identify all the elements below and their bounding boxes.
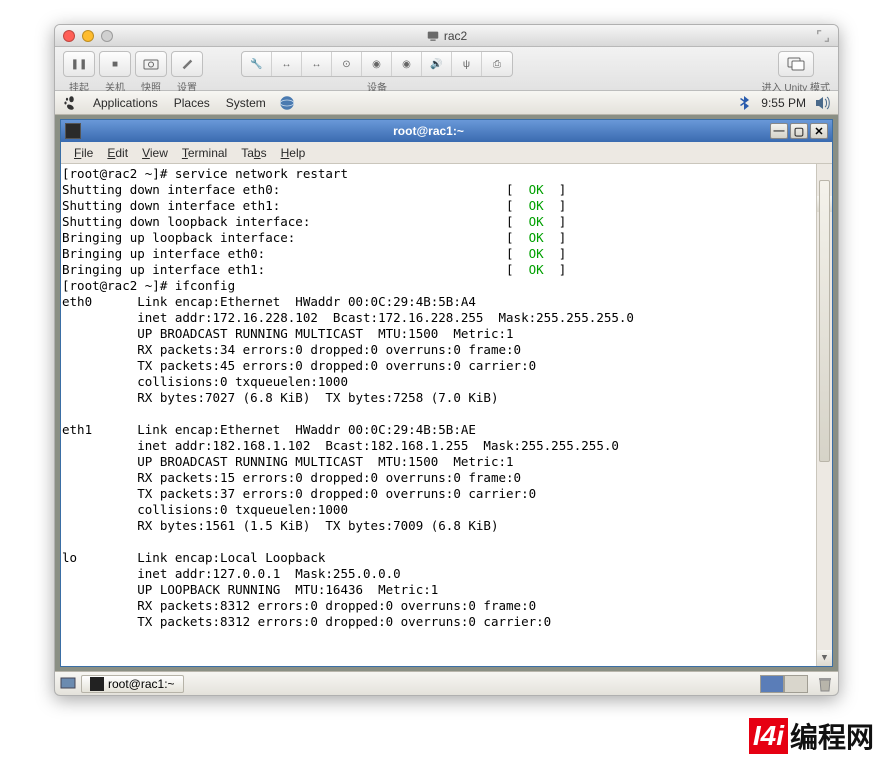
devices-section: 🔧 ↔ ↔ ⊙ ◉ ◉ 🔊 ψ ⎙ 设备 xyxy=(241,51,513,94)
taskbar-item-terminal[interactable]: root@rac1:~ xyxy=(81,675,184,693)
view-menu[interactable]: View xyxy=(135,146,175,160)
volume-icon[interactable] xyxy=(814,94,832,112)
device-wrench-button[interactable]: 🔧 xyxy=(242,52,272,76)
task-label: root@rac1:~ xyxy=(108,677,175,691)
terminal-menu[interactable]: Terminal xyxy=(175,146,234,160)
host-titlebar[interactable]: rac2 xyxy=(55,25,838,47)
device-cd2-button[interactable]: ◉ xyxy=(392,52,422,76)
snapshot-button[interactable] xyxy=(136,52,166,76)
clock[interactable]: 9:55 PM xyxy=(761,96,806,110)
settings-button[interactable] xyxy=(172,52,202,76)
unity-button[interactable] xyxy=(779,52,813,76)
watermark-logo: I4i xyxy=(749,718,788,754)
file-menu[interactable]: File xyxy=(67,146,100,160)
gnome-top-panel[interactable]: Applications Places System 9:55 PM xyxy=(55,91,838,115)
scroll-track[interactable] xyxy=(817,180,832,650)
terminal-menubar[interactable]: File Edit View Terminal Tabs Help xyxy=(61,142,832,164)
device-printer-button[interactable]: ⎙ xyxy=(482,52,512,76)
gnome-foot-icon[interactable] xyxy=(61,94,79,112)
workspace-1[interactable] xyxy=(760,675,784,693)
device-usb-button[interactable]: ψ xyxy=(452,52,482,76)
gnome-bottom-panel[interactable]: root@rac1:~ xyxy=(55,671,838,695)
terminal-titlebar[interactable]: root@rac1:~ — ▢ ✕ xyxy=(61,120,832,142)
applications-menu[interactable]: Applications xyxy=(85,96,166,110)
places-menu[interactable]: Places xyxy=(166,96,218,110)
browser-launcher-icon[interactable] xyxy=(278,94,296,112)
device-hdd-button[interactable]: ⊙ xyxy=(332,52,362,76)
system-menu[interactable]: System xyxy=(218,96,274,110)
snapshot-section: 快照 xyxy=(135,51,167,94)
host-window: rac2 ❚❚ 挂起 ■ 关机 快照 设置 🔧 ↔ ↔ ⊙ ◉ xyxy=(54,24,839,696)
edit-menu[interactable]: Edit xyxy=(100,146,135,160)
device-net2-button[interactable]: ↔ xyxy=(302,52,332,76)
host-title: rac2 xyxy=(55,29,838,43)
device-net1-button[interactable]: ↔ xyxy=(272,52,302,76)
window-close-button[interactable]: ✕ xyxy=(810,123,828,139)
terminal-output: [root@rac2 ~]# service network restart S… xyxy=(62,166,831,630)
trash-icon[interactable] xyxy=(816,675,834,693)
watermark-text: 编程网 xyxy=(790,716,874,756)
terminal-title-text: root@rac1:~ xyxy=(87,124,770,138)
workspace-2[interactable] xyxy=(784,675,808,693)
workspace-pager[interactable] xyxy=(760,675,808,693)
shutdown-section: ■ 关机 xyxy=(99,51,131,94)
show-desktop-icon[interactable] xyxy=(59,675,77,693)
terminal-body[interactable]: [root@rac2 ~]# service network restart S… xyxy=(61,164,832,666)
scroll-down-button[interactable]: ▼ xyxy=(817,650,832,666)
terminal-scrollbar[interactable]: ▲ ▼ xyxy=(816,164,832,666)
suspend-section: ❚❚ 挂起 xyxy=(63,51,95,94)
suspend-button[interactable]: ❚❚ xyxy=(64,52,94,76)
window-maximize-button[interactable]: ▢ xyxy=(790,123,808,139)
task-terminal-icon xyxy=(90,677,104,691)
watermark: I4i 编程网 xyxy=(749,716,874,756)
bluetooth-icon[interactable] xyxy=(737,95,753,111)
guest-desktop: Applications Places System 9:55 PM root@… xyxy=(55,91,838,695)
unity-section: 进入 Unity 模式 xyxy=(762,51,830,94)
device-cd1-button[interactable]: ◉ xyxy=(362,52,392,76)
scroll-thumb[interactable] xyxy=(819,180,830,462)
settings-section: 设置 xyxy=(171,51,203,94)
help-menu[interactable]: Help xyxy=(274,146,313,160)
terminal-window: root@rac1:~ — ▢ ✕ File Edit View Termina… xyxy=(60,119,833,667)
host-toolbar: ❚❚ 挂起 ■ 关机 快照 设置 🔧 ↔ ↔ ⊙ ◉ ◉ 🔊 ψ xyxy=(55,47,838,91)
window-minimize-button[interactable]: — xyxy=(770,123,788,139)
tabs-menu[interactable]: Tabs xyxy=(234,146,273,160)
device-sound-button[interactable]: 🔊 xyxy=(422,52,452,76)
terminal-icon xyxy=(65,123,81,139)
vm-icon xyxy=(426,29,440,43)
shutdown-button[interactable]: ■ xyxy=(100,52,130,76)
